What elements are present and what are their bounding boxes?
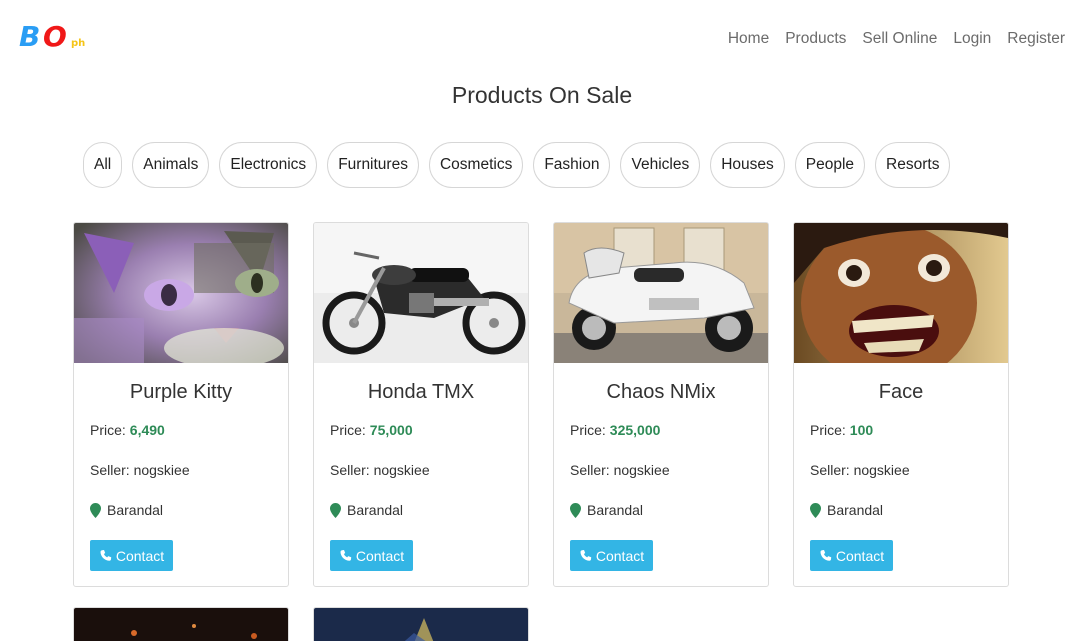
product-title[interactable]: Purple Kitty [74,380,288,404]
product-location: Barandal [810,501,1008,519]
product-price: Price: 325,000 [570,421,768,439]
phone-icon [100,549,112,561]
product-seller: Seller: nogskiee [90,462,190,478]
product-title[interactable]: Chaos NMix [554,380,768,404]
category-vehicles[interactable]: Vehicles [620,142,701,188]
product-title[interactable]: Honda TMX [314,380,528,404]
price-label: Price: [330,422,366,438]
product-seller: Seller: nogskiee [330,462,430,478]
navbar: B O ph Home Products Sell Online Login R… [0,0,1084,76]
brand-logo[interactable]: B O ph [19,20,99,56]
product-location: Barandal [570,501,768,519]
map-marker-icon [570,502,581,518]
category-cosmetics[interactable]: Cosmetics [428,142,524,188]
product-price: Price: 100 [810,421,1008,439]
contact-label: Contact [835,547,885,564]
logo-letter-b: B [19,20,40,53]
product-card: Chaos NMix Price: 325,000 Seller: nogskie… [553,222,769,587]
map-marker-icon [330,502,341,518]
category-all[interactable]: All [83,142,123,188]
map-marker-icon [810,502,821,518]
page-title: Products On Sale [451,82,633,108]
logo-letter-o: O [43,20,67,53]
price-value: 100 [849,422,874,438]
product-card-partial[interactable] [313,607,529,641]
contact-label: Contact [355,547,405,564]
price-label: Price: [810,422,846,438]
contact-button[interactable]: Contact [90,540,173,571]
product-price: Price: 6,490 [90,421,288,439]
product-image-purple-cat[interactable] [74,223,288,363]
category-electronics[interactable]: Electronics [219,142,318,188]
product-seller: Seller: nogskiee [570,462,670,478]
price-value: 6,490 [129,422,165,438]
product-title[interactable]: Face [794,380,1008,404]
category-people[interactable]: People [794,142,866,188]
nav-products-link[interactable]: Products [785,29,846,49]
product-image-motorcycle[interactable] [314,223,528,363]
product-card: Face Price: 100 Seller: nogskiee Barandal… [793,222,1009,587]
nav-register-link[interactable]: Register [1007,29,1065,49]
nav-home-link[interactable]: Home [728,29,769,49]
location-text: Barandal [107,502,164,518]
product-card: Purple Kitty Price: 6,490 Seller: nogskie… [73,222,289,587]
category-houses[interactable]: Houses [710,142,785,188]
product-card: Honda TMX Price: 75,000 Seller: nogskiee … [313,222,529,587]
product-location: Barandal [330,501,528,519]
price-value: 75,000 [369,422,413,438]
contact-button[interactable]: Contact [570,540,653,571]
logo-suffix: ph [71,38,86,49]
contact-button[interactable]: Contact [810,540,893,571]
category-furnitures[interactable]: Furnitures [327,142,419,188]
product-location: Barandal [90,501,288,519]
phone-icon [580,549,592,561]
product-price: Price: 75,000 [330,421,528,439]
category-animals[interactable]: Animals [132,142,210,188]
price-label: Price: [90,422,126,438]
product-card-partial[interactable] [73,607,289,641]
product-image-touring-motorcycle[interactable] [554,223,768,363]
contact-label: Contact [595,547,645,564]
main-nav: Home Products Sell Online Login Register [712,29,1065,49]
price-value: 325,000 [609,422,661,438]
price-label: Price: [570,422,606,438]
location-text: Barandal [587,502,644,518]
contact-label: Contact [115,547,165,564]
product-image-game-art [314,608,528,641]
location-text: Barandal [827,502,884,518]
product-seller: Seller: nogskiee [810,462,910,478]
map-marker-icon [90,502,101,518]
product-image-dark-scene [74,608,288,641]
category-filter: All Animals Electronics Furnitures Cosme… [83,142,951,188]
contact-button[interactable]: Contact [330,540,413,571]
category-fashion[interactable]: Fashion [533,142,611,188]
phone-icon [340,549,352,561]
phone-icon [820,549,832,561]
location-text: Barandal [347,502,404,518]
product-image-grinning-face[interactable] [794,223,1008,363]
category-resorts[interactable]: Resorts [875,142,951,188]
nav-sell-online-link[interactable]: Sell Online [862,29,937,49]
nav-login-link[interactable]: Login [953,29,991,49]
